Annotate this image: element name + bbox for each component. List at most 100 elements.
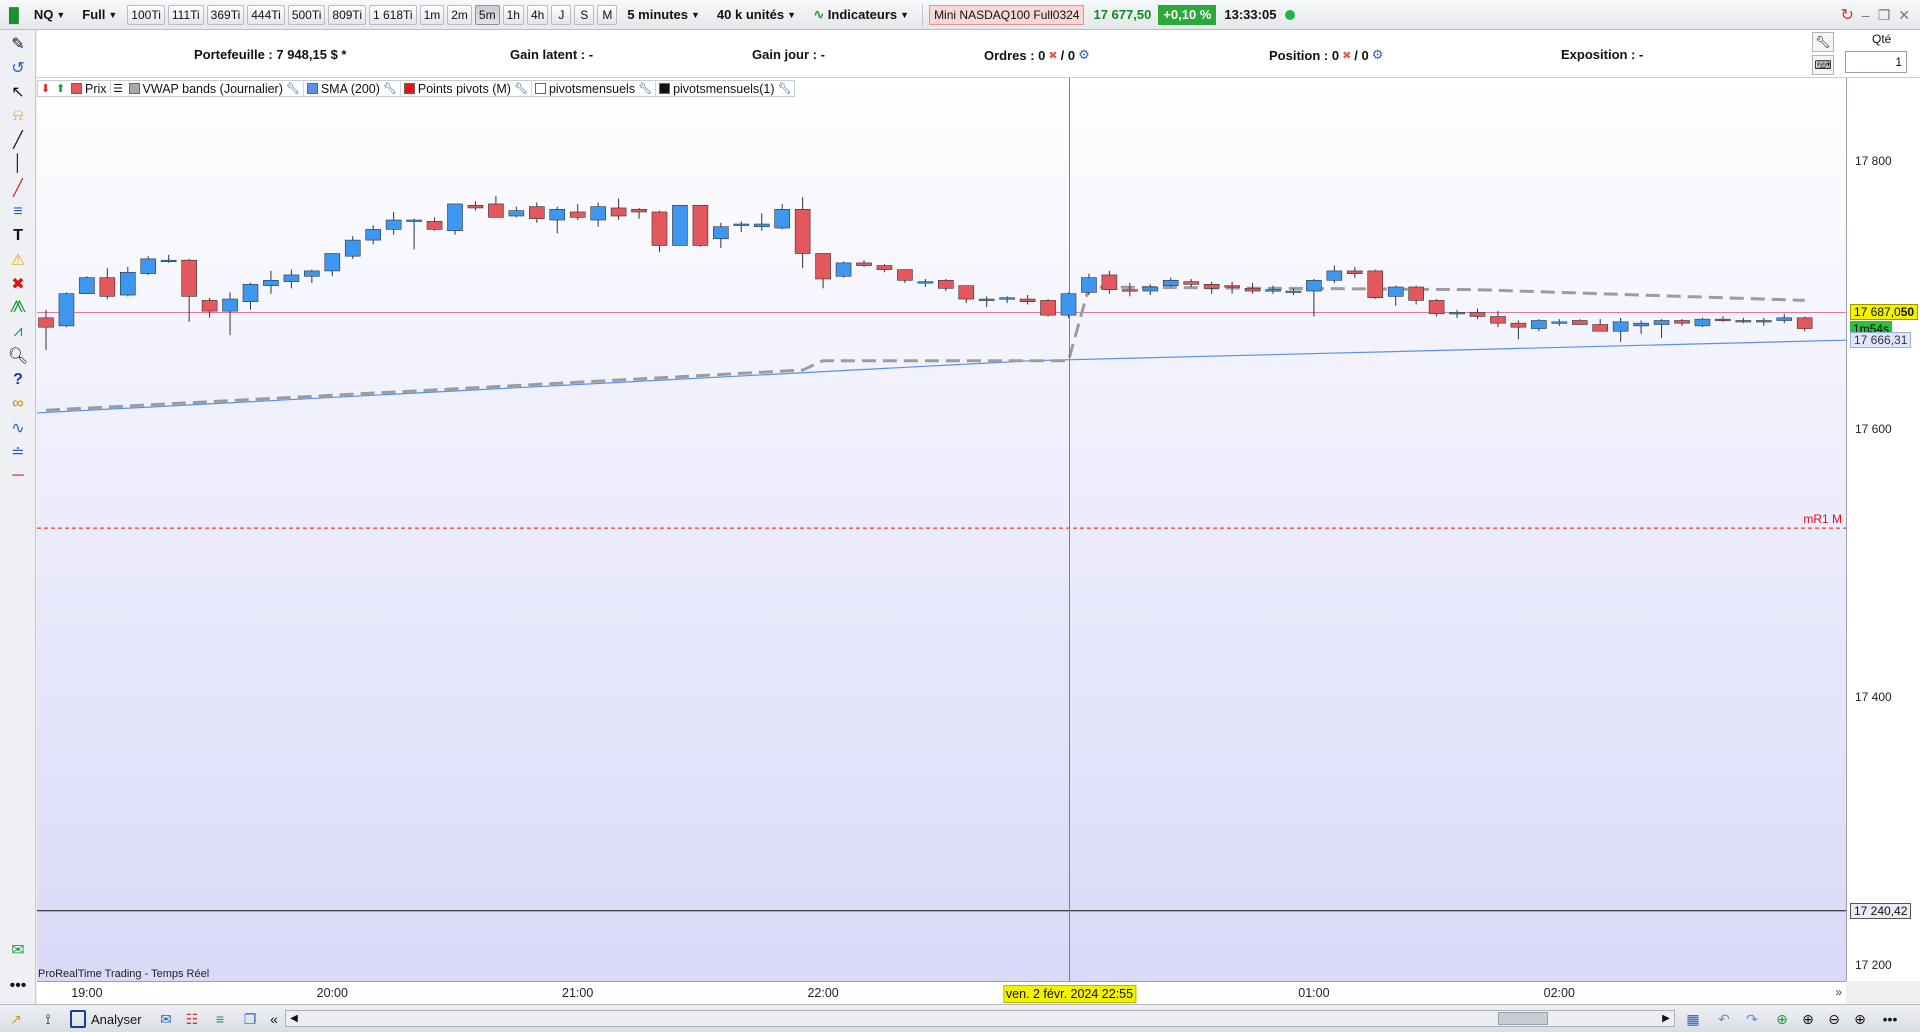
indicators-dropdown[interactable]: ∿ Indicateurs ▼ [806, 4, 916, 26]
time-axis[interactable]: 19:00 20:00 21:00 22:00 01:00 02:00 ven.… [37, 981, 1846, 1004]
symbol-dropdown[interactable]: NQ ▼ [27, 4, 72, 26]
tick-button-444[interactable]: 444Ti [247, 4, 285, 25]
wrench-icon[interactable]: 🔧︎ [778, 82, 792, 95]
chart-canvas[interactable] [37, 78, 1846, 981]
close-position-icon[interactable]: ✖ [1342, 49, 1351, 62]
legend-item-vwap[interactable]: VWAP bands (Journalier) 🔧︎ [126, 81, 304, 96]
gear-icon[interactable]: ⚙ [1372, 47, 1384, 63]
orders-list-icon[interactable]: ☷ [182, 1010, 202, 1028]
zoom-in-icon[interactable]: ⊕ [1850, 1010, 1870, 1028]
tick-button-500[interactable]: 500Ti [287, 4, 326, 25]
positions-icon[interactable]: ≡ [210, 1010, 230, 1028]
candle-bearish [1571, 320, 1588, 325]
portfolio-value[interactable]: Portefeuille : 7 948,15 $ * [194, 47, 346, 62]
portfolio-label: Portefeuille : 7 948,15 $ * [194, 47, 347, 62]
scroll-right-arrow-icon[interactable]: ▶ [1659, 1012, 1673, 1025]
vertical-line-icon[interactable]: │ [6, 152, 30, 176]
minimize-icon[interactable]: – [1862, 7, 1870, 23]
legend-item-pivotsmensuels-1[interactable]: pivotsmensuels(1) 🔧︎ [656, 81, 794, 96]
orders-summary[interactable]: Ordres : 0 ✖ / 0 ⚙ [984, 47, 1090, 63]
tick-button-1618[interactable]: 1 618Ti [368, 4, 417, 25]
period-button-5m[interactable]: 5m [474, 4, 500, 25]
period-button-4h[interactable]: 4h [526, 4, 549, 25]
restore-icon[interactable]: ❐ [1878, 7, 1891, 24]
chat-icon[interactable]: ✉ [156, 1010, 176, 1028]
period-button-day[interactable]: J [551, 4, 572, 25]
collapse-up-icon[interactable]: ⬆ [53, 81, 68, 96]
zoom-out-icon[interactable]: ⊖ [1824, 1010, 1844, 1028]
tick-button-111[interactable]: 111Ti [167, 4, 204, 25]
pointer-icon[interactable]: ↖ [6, 80, 30, 104]
price-chart[interactable]: ⬇ ⬆ Prix ☰ VWAP bands (Journalier) 🔧︎ SM… [37, 78, 1846, 981]
period-button-month[interactable]: M [597, 4, 618, 25]
undo-icon[interactable]: ↶ [1714, 1010, 1734, 1028]
help-icon[interactable]: ? [6, 368, 30, 392]
period-button-1h[interactable]: 1h [502, 4, 524, 25]
zoom-auto-icon[interactable]: ⊕ [1798, 1010, 1818, 1028]
horizontal-line-icon[interactable]: ─ [6, 464, 30, 488]
position-summary[interactable]: Position : 0 ✖ / 0 ⚙ [1269, 47, 1383, 63]
candle-bullish [1265, 289, 1281, 292]
units-dropdown[interactable]: 40 k unités ▼ [710, 4, 803, 26]
warning-icon[interactable]: ⚠ [6, 248, 30, 272]
gear-icon[interactable]: ⚙ [1078, 47, 1090, 63]
pattern-icon[interactable]: ⨇ [6, 296, 30, 320]
list-icon[interactable]: ☰ [111, 81, 126, 96]
portfolio-icon[interactable]: ❐ [240, 1010, 260, 1028]
tick-button-369[interactable]: 369Ti [206, 4, 245, 25]
wrench-icon[interactable]: 🔧︎ [514, 82, 528, 95]
collapse-down-icon[interactable]: ⬇ [38, 81, 53, 96]
trendline-icon[interactable]: ╱ [6, 176, 30, 200]
instrument-name[interactable]: Mini NASDAQ100 Full0324 [929, 4, 1085, 25]
zoom-icon[interactable]: 🔍︎ [6, 344, 30, 368]
signal-icon[interactable]: ↗ [6, 1010, 26, 1028]
levels-icon[interactable]: ≐ [6, 440, 30, 464]
quantity-input[interactable]: 1 [1845, 51, 1907, 73]
analyser-tab[interactable]: Analyser [70, 1008, 142, 1030]
legend-item-pivotsmensuels[interactable]: pivotsmensuels 🔧︎ [532, 81, 657, 96]
text-icon[interactable]: T [6, 224, 30, 248]
legend-item-pivots[interactable]: Points pivots (M) 🔧︎ [401, 81, 532, 96]
share-icon[interactable]: ⟟ [38, 1010, 58, 1028]
fibonacci-icon[interactable]: ≡ [6, 200, 30, 224]
candle-bearish [897, 269, 913, 281]
alert-bell-icon[interactable]: ⍾ [6, 104, 30, 128]
zoom-fit-icon[interactable]: ⊕ [1772, 1010, 1792, 1028]
ruler-icon[interactable]: ╱ [6, 128, 30, 152]
channel-icon[interactable]: ⩘ [6, 320, 30, 344]
wave-icon[interactable]: ∿ [6, 416, 30, 440]
collapse-left-icon[interactable]: « [264, 1010, 284, 1028]
sync-icon[interactable]: ↻ [1841, 5, 1854, 25]
scrollbar-thumb[interactable] [1498, 1012, 1548, 1025]
close-icon[interactable]: ✕ [1898, 7, 1910, 24]
legend-item-sma[interactable]: SMA (200) 🔧︎ [304, 81, 401, 96]
keyboard-icon[interactable]: ⌨ [1812, 55, 1834, 75]
more-options-icon[interactable]: ••• [1880, 1010, 1900, 1028]
scroll-left-arrow-icon[interactable]: ◀ [287, 1012, 301, 1025]
horizontal-scrollbar[interactable]: ◀ ▶ [285, 1010, 1675, 1027]
tick-button-100[interactable]: 100Ti [127, 4, 165, 25]
period-button-2m[interactable]: 2m [447, 4, 472, 25]
price-axis[interactable]: 17 800 17 600 17 400 17 200 17 687,0 50 … [1846, 78, 1920, 981]
scroll-right-icon[interactable]: » [1835, 985, 1842, 999]
wrench-icon[interactable]: 🔧︎ [383, 82, 397, 95]
wrench-icon[interactable]: 🔧︎ [286, 82, 300, 95]
loop-icon[interactable]: ∞ [6, 392, 30, 416]
pencil-icon[interactable]: ✎ [6, 32, 30, 56]
signal-icon[interactable]: ▐▌ [4, 7, 24, 23]
notifications-icon[interactable]: ✉ [6, 938, 30, 962]
delete-icon[interactable]: ✖ [6, 272, 30, 296]
cursor-sync-icon[interactable]: ↺ [6, 56, 30, 80]
redo-icon[interactable]: ↷ [1742, 1010, 1762, 1028]
wrench-icon[interactable]: 🔧︎ [1812, 32, 1834, 52]
period-button-week[interactable]: S [574, 4, 595, 25]
legend-item-price[interactable]: Prix [68, 81, 111, 96]
tick-button-809[interactable]: 809Ti [328, 4, 366, 25]
wrench-icon[interactable]: 🔧︎ [638, 82, 652, 95]
more-icon[interactable]: ••• [6, 974, 30, 998]
timeframe-dropdown[interactable]: 5 minutes ▼ [620, 4, 707, 26]
mode-dropdown[interactable]: Full ▼ [75, 4, 124, 26]
cancel-orders-icon[interactable]: ✖ [1048, 49, 1057, 62]
period-button-1m[interactable]: 1m [419, 4, 445, 25]
calendar-icon[interactable]: ▦ [1683, 1010, 1703, 1028]
